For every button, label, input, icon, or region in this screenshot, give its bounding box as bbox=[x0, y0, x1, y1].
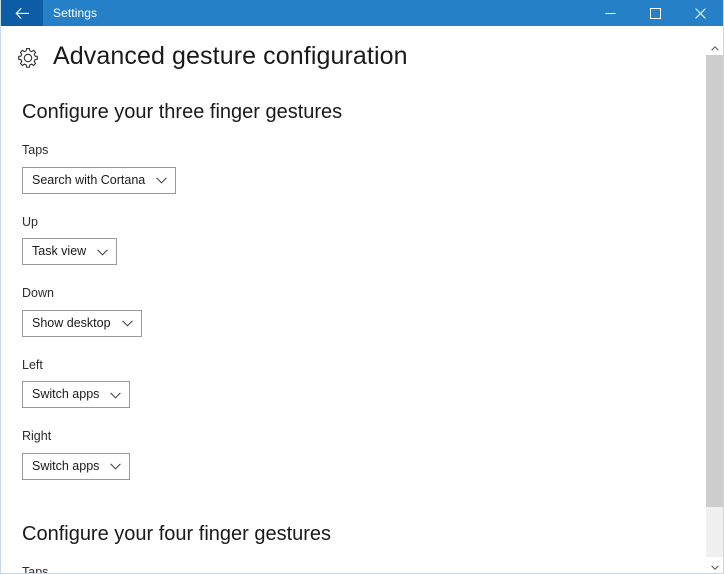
vertical-scrollbar[interactable] bbox=[706, 38, 723, 574]
field-label-down: Down bbox=[22, 286, 54, 300]
field-label-taps: Taps bbox=[22, 143, 49, 157]
field-three-finger-up: Up Task view bbox=[22, 214, 723, 265]
close-icon bbox=[695, 7, 706, 19]
section-heading-four-finger: Configure your four finger gestures bbox=[22, 522, 332, 545]
close-button[interactable] bbox=[678, 0, 723, 26]
field-three-finger-right: Right Switch apps bbox=[22, 430, 723, 480]
field-three-finger-down: Down Show desktop bbox=[22, 287, 723, 337]
title-bar: Settings bbox=[1, 0, 723, 26]
field-label-right: Right bbox=[22, 429, 52, 443]
maximize-button[interactable] bbox=[633, 0, 678, 26]
titlebar-drag-area bbox=[97, 0, 588, 26]
chevron-down-icon bbox=[110, 457, 122, 475]
field-label-taps: Taps bbox=[22, 564, 49, 574]
dropdown-value: Show desktop bbox=[32, 315, 111, 330]
dropdown-three-finger-down[interactable]: Show desktop bbox=[22, 309, 142, 337]
scrollbar-track[interactable] bbox=[706, 55, 723, 557]
chevron-down-icon bbox=[710, 557, 719, 574]
field-four-finger-taps: Taps Action Center bbox=[22, 564, 723, 574]
minimize-button[interactable] bbox=[588, 0, 633, 26]
field-three-finger-taps: Taps Search with Cortana bbox=[22, 144, 723, 194]
scrollbar-thumb[interactable] bbox=[706, 55, 723, 507]
section-four-finger-gestures: Configure your four finger gestures Taps… bbox=[1, 524, 723, 574]
section-heading-three-finger: Configure your three finger gestures bbox=[22, 101, 343, 123]
gear-icon bbox=[17, 47, 39, 69]
dropdown-three-finger-right[interactable]: Switch apps bbox=[22, 452, 131, 480]
field-label-left: Left bbox=[22, 357, 43, 372]
dropdown-three-finger-up[interactable]: Task view bbox=[22, 238, 118, 265]
minimize-icon bbox=[605, 8, 616, 19]
window-title: Settings bbox=[53, 6, 98, 20]
maximize-icon bbox=[650, 7, 661, 19]
field-label-up: Up bbox=[22, 214, 38, 229]
back-button[interactable] bbox=[1, 0, 43, 26]
chevron-down-icon bbox=[156, 171, 168, 189]
settings-content: Advanced gesture configuration Configure… bbox=[1, 26, 723, 574]
field-three-finger-left: Left Switch apps bbox=[22, 357, 723, 408]
scrollbar-down-button[interactable] bbox=[706, 557, 723, 574]
page-title: Advanced gesture configuration bbox=[53, 42, 408, 70]
dropdown-value: Switch apps bbox=[32, 458, 100, 473]
dropdown-value: Task view bbox=[32, 244, 87, 259]
arrow-left-icon bbox=[15, 7, 30, 20]
dropdown-value: Switch apps bbox=[32, 387, 100, 402]
dropdown-three-finger-taps[interactable]: Search with Cortana bbox=[22, 166, 177, 194]
settings-window: Settings Advanced gesture configuration … bbox=[0, 0, 724, 574]
window-controls bbox=[588, 0, 723, 26]
chevron-down-icon bbox=[110, 386, 122, 404]
dropdown-three-finger-left[interactable]: Switch apps bbox=[22, 381, 131, 408]
dropdown-value: Search with Cortana bbox=[32, 172, 146, 187]
page-header: Advanced gesture configuration bbox=[1, 26, 723, 69]
section-three-finger-gestures: Configure your three finger gestures Tap… bbox=[1, 102, 723, 480]
chevron-down-icon bbox=[121, 314, 133, 332]
chevron-down-icon bbox=[97, 243, 108, 261]
chevron-up-icon bbox=[710, 38, 719, 56]
scrollbar-up-button[interactable] bbox=[706, 38, 723, 55]
